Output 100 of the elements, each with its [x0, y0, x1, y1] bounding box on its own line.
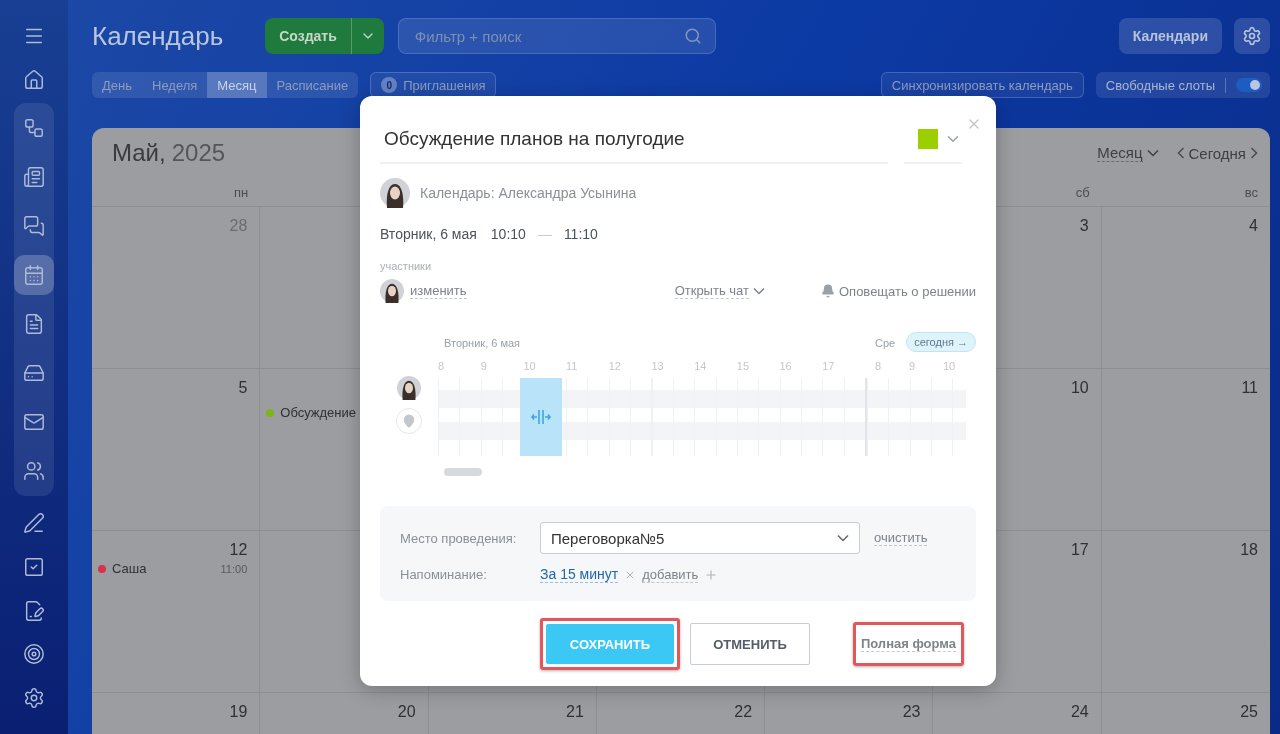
settings-button[interactable] [1234, 18, 1270, 54]
end-time[interactable]: 11:10 [563, 226, 598, 242]
pen-icon [23, 512, 45, 535]
view-select[interactable]: Месяц [1097, 144, 1159, 162]
day-cell[interactable]: 24 [933, 693, 1102, 734]
avatar [397, 376, 421, 400]
create-button[interactable]: Создать [265, 18, 352, 54]
day-number: 24 [1070, 703, 1089, 721]
day-cell[interactable]: 22 [596, 693, 766, 734]
time-separator: — [537, 226, 552, 242]
hour-label: 8 [875, 359, 883, 374]
day-number: 22 [734, 703, 753, 721]
hour-label: 13 [651, 359, 665, 374]
settings-icon [23, 687, 45, 710]
calendar-icon [23, 264, 45, 287]
day-number: 18 [1240, 541, 1258, 559]
event-date[interactable]: Вторник, 6 мая [380, 226, 477, 242]
day-number: 19 [229, 703, 248, 721]
day-number: 12 [229, 541, 248, 559]
weekday-label: пн [234, 184, 249, 200]
hour-label: 10 [523, 359, 537, 374]
search-icon [683, 27, 702, 45]
day-number: 5 [238, 379, 248, 397]
hour-label: 9 [909, 359, 917, 374]
resize-icon [531, 409, 551, 425]
caret-icon [753, 287, 765, 295]
cancel-button[interactable]: ОТМЕНИТЬ [690, 623, 810, 665]
participants-label: участники [380, 260, 433, 272]
day-cell[interactable]: 20 [260, 693, 429, 734]
event-title[interactable]: Обсуждение [280, 405, 357, 420]
hour-label: 12 [608, 359, 622, 374]
caret-icon [1146, 149, 1159, 157]
day-number: 10 [1070, 379, 1089, 397]
day-cell[interactable]: 19 [92, 693, 261, 734]
day-cell[interactable]: 25 [1101, 693, 1270, 734]
weekday-label: сб [1075, 184, 1090, 200]
day-cell[interactable]: 11 [1101, 369, 1270, 531]
day-number: 4 [1249, 217, 1258, 235]
document-icon [23, 313, 45, 336]
chevron-left-icon [1176, 147, 1185, 159]
target-icon [23, 643, 45, 666]
chevron-right-icon [1250, 147, 1258, 159]
clear-link[interactable]: очистить [874, 530, 928, 546]
document-pen-icon [23, 599, 45, 622]
today-chip[interactable]: сегодня → [906, 332, 976, 352]
workflow-icon [23, 117, 45, 140]
view-tab[interactable]: Расписание [266, 72, 359, 98]
open-chat-button[interactable]: Открыть чат [674, 283, 765, 299]
free-slots-toggle[interactable] [1236, 78, 1262, 92]
today-button[interactable]: Сегодня [1184, 144, 1250, 162]
view-tab[interactable]: Месяц [207, 72, 267, 98]
month-title: Май, 2025 [112, 139, 226, 167]
location-select[interactable]: Переговорка№5 [540, 522, 860, 554]
day-number: 3 [1079, 217, 1089, 235]
day-number: 20 [397, 703, 416, 721]
start-time[interactable]: 10:10 [490, 226, 526, 242]
people-icon [23, 460, 45, 483]
newspaper-icon [23, 166, 45, 189]
add-reminder-link[interactable]: добавить [642, 566, 699, 583]
page-title: Календарь [92, 20, 224, 52]
day-cell[interactable]: 12 Саша 11:00 [92, 531, 261, 693]
reminder-label: Напоминание: [400, 566, 488, 584]
day-number: 23 [902, 703, 921, 721]
hour-label: 8 [438, 359, 446, 374]
sync-calendar-button[interactable]: Синхронизировать календарь [880, 72, 1084, 98]
next-button[interactable] [1250, 147, 1258, 159]
calendar-owner: Календарь: Александра Усынина [420, 185, 637, 201]
reminder-link[interactable]: За 15 минут [540, 566, 619, 583]
chat-bubbles-icon [23, 215, 45, 238]
hour-label: 16 [779, 359, 793, 374]
scroll-thumb[interactable] [444, 468, 482, 476]
day-cell[interactable]: 21 [428, 693, 597, 734]
change-participants-link[interactable]: изменить [410, 283, 467, 299]
day-number: 25 [1240, 703, 1258, 721]
hour-label: 14 [694, 359, 708, 374]
calendars-button[interactable]: Календари [1118, 18, 1222, 54]
avatar [380, 279, 404, 303]
day-number: 21 [566, 703, 584, 721]
event-title[interactable]: Саша [112, 561, 147, 576]
full-form-link[interactable]: Полная форма [860, 636, 956, 652]
day-cell[interactable]: 4 [1101, 207, 1270, 369]
sidebar-item[interactable] [14, 255, 54, 296]
hour-label: 15 [736, 359, 751, 374]
avatar [380, 178, 410, 208]
planner-day-label: Сре [874, 337, 896, 349]
caret-icon [837, 534, 849, 542]
bell-icon [821, 284, 835, 298]
day-cell[interactable]: 23 [765, 693, 934, 734]
event-time: 11:00 [220, 562, 248, 575]
day-cell[interactable]: 18 [1101, 531, 1270, 693]
day-cell[interactable]: 5 [92, 369, 261, 531]
planner-day-label: Вторник, 6 мая [443, 337, 522, 349]
hour-label: 11 [566, 359, 579, 374]
previous-button[interactable] [1176, 147, 1185, 159]
day-number: 11 [1241, 379, 1258, 397]
weekday-label: вс [1244, 184, 1258, 200]
hour-label: 17 [822, 359, 836, 374]
day-number: 17 [1070, 541, 1089, 559]
checkbox-icon [23, 555, 45, 578]
settings-icon [1242, 26, 1262, 46]
